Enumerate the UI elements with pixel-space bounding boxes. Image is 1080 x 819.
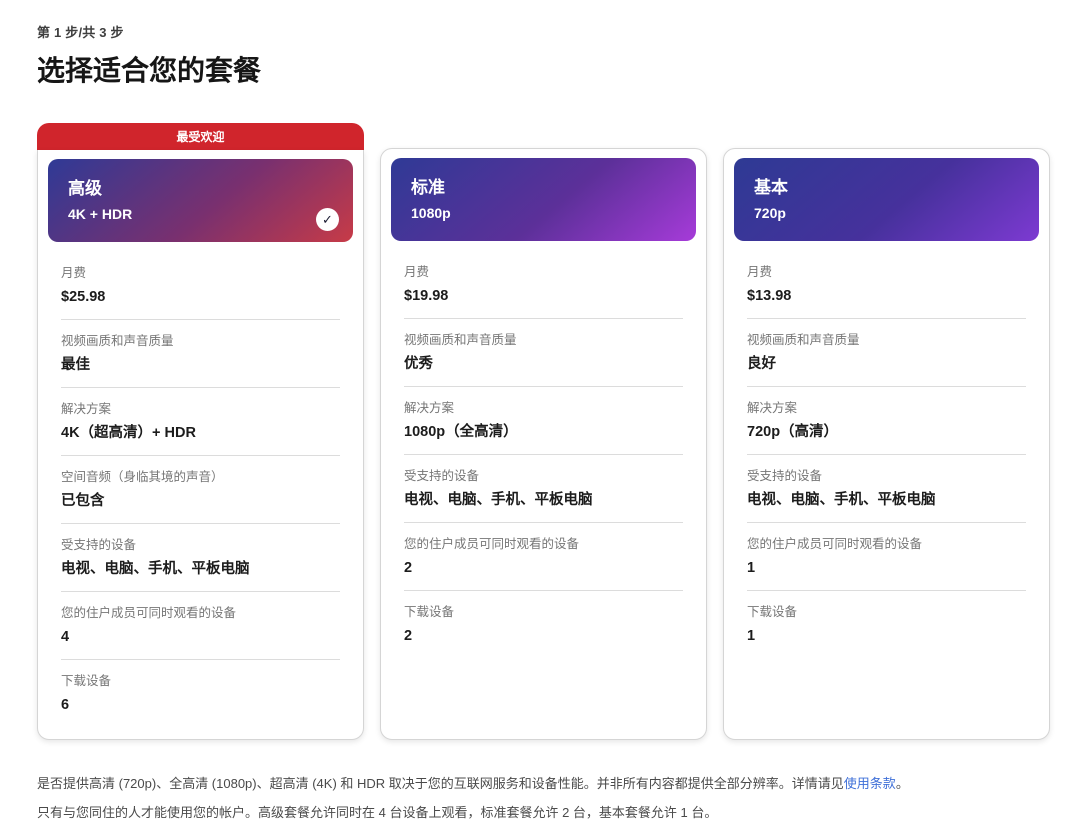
plan-subtitle: 4K + HDR [68, 206, 333, 222]
page-title: 选择适合您的套餐 [37, 49, 1050, 89]
feature-label: 下载设备 [747, 604, 1026, 621]
feature-value: $25.98 [61, 287, 340, 307]
feature-row-simultaneous: 您的住户成员可同时观看的设备 2 [404, 522, 683, 590]
feature-value: 电视、电脑、手机、平板电脑 [747, 490, 1026, 510]
feature-value: 1 [747, 626, 1026, 646]
plan-card-basic[interactable]: 基本 720p 月费 $13.98 视频画质和声音质量 良好 解决方案 720p… [723, 148, 1050, 740]
plan-card-premium[interactable]: 最受欢迎 高级 4K + HDR ✓ 月费 $25.98 视频画质和声音质量 最… [37, 123, 364, 740]
feature-row-monthly-price: 月费 $13.98 [734, 251, 1039, 318]
feature-value: 6 [61, 695, 340, 715]
feature-row-downloads: 下载设备 6 [61, 659, 340, 727]
plan-feature-list: 月费 $13.98 视频画质和声音质量 良好 解决方案 720p（高清） 受支持… [734, 251, 1039, 658]
feature-value: 电视、电脑、手机、平板电脑 [61, 559, 340, 579]
feature-value: 优秀 [404, 354, 683, 374]
feature-label: 您的住户成员可同时观看的设备 [747, 536, 1026, 553]
plan-card-standard-body: 标准 1080p 月费 $19.98 视频画质和声音质量 优秀 解决方案 108… [380, 148, 707, 740]
feature-value: 4K（超高清）+ HDR [61, 423, 340, 443]
feature-value: 已包含 [61, 491, 340, 511]
feature-value: 最佳 [61, 355, 340, 375]
feature-label: 视频画质和声音质量 [747, 332, 1026, 349]
terms-of-use-link[interactable]: 使用条款 [844, 776, 896, 791]
feature-label: 下载设备 [61, 673, 340, 690]
plan-card-premium-body: 高级 4K + HDR ✓ 月费 $25.98 视频画质和声音质量 最佳 解决方… [37, 150, 364, 740]
feature-row-downloads: 下载设备 2 [404, 590, 683, 658]
feature-value: 2 [404, 626, 683, 646]
footnote-household: 只有与您同住的人才能使用您的帐户。高级套餐允许同时在 4 台设备上观看，标准套餐… [37, 799, 1040, 819]
feature-value: 720p（高清） [747, 422, 1026, 442]
feature-label: 您的住户成员可同时观看的设备 [61, 605, 340, 622]
feature-value: 良好 [747, 354, 1026, 374]
feature-label: 受支持的设备 [61, 537, 340, 554]
footnote-resolution: 是否提供高清 (720p)、全高清 (1080p)、超高清 (4K) 和 HDR… [37, 770, 1040, 799]
feature-label: 下载设备 [404, 604, 683, 621]
feature-row-monthly-price: 月费 $25.98 [48, 252, 353, 319]
plan-card-standard[interactable]: 标准 1080p 月费 $19.98 视频画质和声音质量 优秀 解决方案 108… [380, 148, 707, 740]
feature-label: 月费 [61, 265, 340, 282]
plan-feature-list: 月费 $19.98 视频画质和声音质量 优秀 解决方案 1080p（全高清） 受… [391, 251, 696, 658]
feature-value: $13.98 [747, 286, 1026, 306]
feature-label: 空间音频（身临其境的声音） [61, 469, 340, 486]
feature-row-spatial-audio: 空间音频（身临其境的声音） 已包含 [61, 455, 340, 523]
feature-row-simultaneous: 您的住户成员可同时观看的设备 4 [61, 591, 340, 659]
feature-label: 您的住户成员可同时观看的设备 [404, 536, 683, 553]
feature-value: 1 [747, 558, 1026, 578]
footnote-text: 是否提供高清 (720p)、全高清 (1080p)、超高清 (4K) 和 HDR… [37, 776, 844, 791]
feature-label: 月费 [404, 264, 683, 281]
plan-header-premium[interactable]: 高级 4K + HDR ✓ [48, 159, 353, 242]
feature-label: 受支持的设备 [747, 468, 1026, 485]
feature-row-monthly-price: 月费 $19.98 [391, 251, 696, 318]
plan-header-basic[interactable]: 基本 720p [734, 158, 1039, 241]
feature-row-devices: 受支持的设备 电视、电脑、手机、平板电脑 [61, 523, 340, 591]
feature-label: 月费 [747, 264, 1026, 281]
feature-row-quality: 视频画质和声音质量 最佳 [61, 319, 340, 387]
step-indicator: 第 1 步/共 3 步 [37, 22, 1050, 41]
feature-label: 解决方案 [61, 401, 340, 418]
plan-selection-page: 第 1 步/共 3 步 选择适合您的套餐 最受欢迎 高级 4K + HDR ✓ … [0, 0, 1080, 819]
feature-row-downloads: 下载设备 1 [747, 590, 1026, 658]
plan-name: 基本 [754, 173, 1019, 198]
feature-value: 电视、电脑、手机、平板电脑 [404, 490, 683, 510]
feature-label: 解决方案 [747, 400, 1026, 417]
feature-row-resolution: 解决方案 1080p（全高清） [404, 386, 683, 454]
feature-value: $19.98 [404, 286, 683, 306]
feature-label: 视频画质和声音质量 [404, 332, 683, 349]
plan-name: 标准 [411, 173, 676, 198]
feature-row-devices: 受支持的设备 电视、电脑、手机、平板电脑 [747, 454, 1026, 522]
selected-check-icon: ✓ [316, 208, 339, 231]
feature-value: 4 [61, 627, 340, 647]
plan-subtitle: 720p [754, 205, 1019, 221]
feature-row-quality: 视频画质和声音质量 优秀 [404, 318, 683, 386]
feature-label: 受支持的设备 [404, 468, 683, 485]
feature-value: 1080p（全高清） [404, 422, 683, 442]
feature-row-quality: 视频画质和声音质量 良好 [747, 318, 1026, 386]
plan-card-basic-body: 基本 720p 月费 $13.98 视频画质和声音质量 良好 解决方案 720p… [723, 148, 1050, 740]
footnote-text: 。 [896, 776, 909, 791]
feature-row-simultaneous: 您的住户成员可同时观看的设备 1 [747, 522, 1026, 590]
plan-name: 高级 [68, 174, 333, 199]
feature-value: 2 [404, 558, 683, 578]
plan-cards: 最受欢迎 高级 4K + HDR ✓ 月费 $25.98 视频画质和声音质量 最… [37, 123, 1050, 740]
plan-subtitle: 1080p [411, 205, 676, 221]
feature-row-resolution: 解决方案 4K（超高清）+ HDR [61, 387, 340, 455]
most-popular-badge: 最受欢迎 [37, 123, 364, 150]
plan-feature-list: 月费 $25.98 视频画质和声音质量 最佳 解决方案 4K（超高清）+ HDR… [48, 252, 353, 727]
feature-label: 视频画质和声音质量 [61, 333, 340, 350]
footnotes: 是否提供高清 (720p)、全高清 (1080p)、超高清 (4K) 和 HDR… [37, 770, 1050, 819]
feature-label: 解决方案 [404, 400, 683, 417]
feature-row-devices: 受支持的设备 电视、电脑、手机、平板电脑 [404, 454, 683, 522]
feature-row-resolution: 解决方案 720p（高清） [747, 386, 1026, 454]
plan-header-standard[interactable]: 标准 1080p [391, 158, 696, 241]
